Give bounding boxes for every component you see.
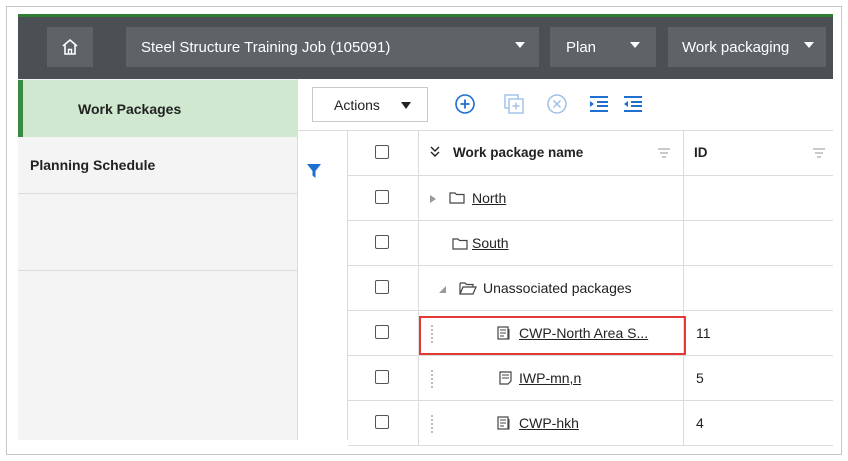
column-header-label: Work package name: [453, 145, 584, 160]
job-selector[interactable]: Steel Structure Training Job (105091): [126, 27, 539, 67]
plan-label: Plan: [566, 38, 597, 56]
table-row[interactable]: IWP-mn,n 5: [348, 356, 833, 401]
highlight-box: [419, 316, 686, 355]
filter-column: [298, 131, 348, 440]
plan-menu[interactable]: Plan: [550, 27, 656, 67]
table-row[interactable]: South: [348, 221, 833, 266]
actions-dropdown[interactable]: Actions: [312, 87, 428, 122]
work-packaging-label: Work packaging: [682, 38, 790, 56]
expand-arrow-icon[interactable]: [430, 195, 436, 203]
row-checkbox[interactable]: [375, 415, 389, 429]
collapse-all-icon[interactable]: [429, 146, 441, 158]
add-child-icon[interactable]: [503, 93, 525, 115]
chevron-down-icon: [804, 42, 814, 48]
row-checkbox-cell: [348, 401, 419, 445]
caret-down-icon: [401, 102, 411, 109]
collapse-arrow-icon[interactable]: [439, 286, 446, 293]
row-checkbox-cell: [348, 311, 419, 355]
chevron-down-icon: [515, 42, 525, 48]
table-row[interactable]: North: [348, 176, 833, 221]
add-icon[interactable]: [454, 93, 476, 115]
job-label: Steel Structure Training Job (105091): [141, 38, 391, 56]
sidebar-item-planning-schedule[interactable]: Planning Schedule: [18, 137, 298, 194]
column-header-label: ID: [694, 145, 708, 160]
work-packaging-menu[interactable]: Work packaging: [668, 27, 826, 67]
cwp-package-icon: [497, 416, 510, 430]
grid-toolbar: Actions: [298, 79, 833, 131]
select-all-checkbox[interactable]: [375, 145, 389, 159]
row-checkbox[interactable]: [375, 325, 389, 339]
sidebar-item-label: Work Packages: [78, 100, 182, 117]
chevron-down-icon: [630, 42, 640, 48]
actions-label: Actions: [334, 96, 380, 113]
row-name-link[interactable]: CWP-hkh: [519, 415, 579, 431]
folder-icon: [449, 192, 465, 204]
indent-icon[interactable]: [588, 93, 610, 115]
column-header-name[interactable]: Work package name: [419, 131, 684, 175]
row-checkbox[interactable]: [375, 235, 389, 249]
row-name-link[interactable]: North: [472, 190, 506, 206]
row-checkbox-cell: [348, 176, 419, 220]
top-navigation-bar: Steel Structure Training Job (105091) Pl…: [18, 14, 833, 79]
home-icon: [62, 38, 78, 55]
name-cell: South: [419, 221, 684, 265]
column-header-id[interactable]: ID: [684, 131, 833, 175]
folder-icon: [452, 238, 468, 250]
row-checkbox-cell: [348, 266, 419, 310]
name-cell: Unassociated packages: [419, 266, 684, 310]
header-checkbox-cell: [348, 131, 419, 175]
grid-header-row: Work package name ID: [348, 131, 833, 176]
sidebar-item-label: Planning Schedule: [30, 157, 156, 173]
row-id: 5: [696, 370, 704, 386]
name-cell: IWP-mn,n: [419, 356, 684, 400]
iwp-package-icon: [499, 371, 512, 385]
row-id: 4: [696, 415, 704, 431]
sidebar-divider: [18, 270, 298, 271]
column-menu-icon[interactable]: [657, 148, 671, 158]
filter-icon[interactable]: [306, 163, 322, 179]
table-row[interactable]: CWP-hkh 4: [348, 401, 833, 446]
home-button[interactable]: [47, 27, 93, 67]
id-cell: [684, 266, 833, 310]
remove-icon[interactable]: [546, 93, 568, 115]
id-cell: 4: [684, 401, 833, 445]
row-name-text: Unassociated packages: [483, 280, 632, 296]
drag-handle-icon[interactable]: [431, 413, 437, 433]
accent-strip: [18, 14, 833, 17]
id-cell: 11: [684, 311, 833, 355]
row-name-link[interactable]: South: [472, 235, 509, 251]
sidebar-item-work-packages[interactable]: Work Packages: [18, 80, 298, 137]
column-menu-icon[interactable]: [812, 148, 826, 158]
folder-open-icon: [459, 282, 477, 295]
row-id: 11: [696, 325, 711, 341]
name-cell: North: [419, 176, 684, 220]
row-checkbox[interactable]: [375, 370, 389, 384]
row-checkbox-cell: [348, 221, 419, 265]
row-checkbox[interactable]: [375, 190, 389, 204]
name-cell: CWP-hkh: [419, 401, 684, 445]
table-row[interactable]: Unassociated packages: [348, 266, 833, 311]
id-cell: [684, 221, 833, 265]
drag-handle-icon[interactable]: [431, 368, 437, 388]
row-name-link[interactable]: IWP-mn,n: [519, 370, 581, 386]
id-cell: 5: [684, 356, 833, 400]
row-checkbox[interactable]: [375, 280, 389, 294]
outdent-icon[interactable]: [622, 93, 644, 115]
sidebar: Work Packages Planning Schedule: [18, 79, 298, 440]
id-cell: [684, 176, 833, 220]
row-checkbox-cell: [348, 356, 419, 400]
